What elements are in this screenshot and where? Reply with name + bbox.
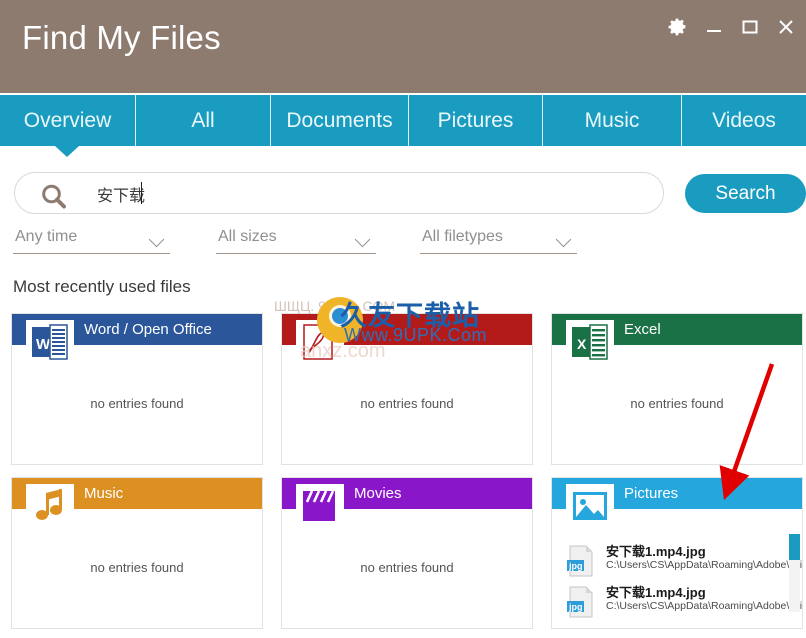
clapperboard-icon bbox=[296, 484, 344, 528]
tab-divider bbox=[542, 95, 543, 146]
card-pdf[interactable]: no entries found bbox=[281, 313, 533, 465]
tab-videos[interactable]: Videos bbox=[682, 95, 806, 146]
search-button[interactable]: Search bbox=[685, 174, 806, 213]
card-movies[interactable]: Movies no entries found bbox=[281, 477, 533, 629]
svg-text:W: W bbox=[36, 336, 51, 353]
empty-message: no entries found bbox=[90, 396, 184, 411]
minimize-icon[interactable] bbox=[704, 17, 724, 37]
file-path: C:\Users\CS\AppData\Roaming\Adobe\Bri... bbox=[606, 559, 803, 571]
word-icon: W bbox=[26, 320, 74, 364]
find-my-files-window: Find My Files Overview All Documents Pic… bbox=[0, 0, 806, 638]
card-title-pictures: Pictures bbox=[624, 485, 679, 502]
section-title: Most recently used files bbox=[13, 277, 191, 296]
svg-text:jpg: jpg bbox=[568, 561, 583, 571]
tab-divider bbox=[135, 95, 136, 146]
picture-icon bbox=[566, 484, 614, 528]
empty-message: no entries found bbox=[90, 560, 184, 575]
tab-all[interactable]: All bbox=[136, 95, 270, 146]
gear-icon[interactable] bbox=[667, 16, 688, 37]
card-title-music: Music bbox=[84, 485, 124, 502]
tab-bar: Overview All Documents Pictures Music Vi… bbox=[0, 95, 806, 146]
filetype-filter-dropdown[interactable]: All filetypes bbox=[420, 228, 577, 254]
excel-icon: X bbox=[566, 320, 614, 364]
search-input[interactable] bbox=[97, 173, 647, 215]
tab-overview[interactable]: Overview bbox=[0, 95, 135, 146]
size-filter-label: All sizes bbox=[218, 228, 277, 245]
jpg-file-icon: jpg bbox=[564, 585, 598, 624]
jpg-file-icon: jpg bbox=[564, 544, 598, 583]
time-filter-dropdown[interactable]: Any time bbox=[13, 228, 170, 254]
size-filter-dropdown[interactable]: All sizes bbox=[216, 228, 376, 254]
tab-pictures[interactable]: Pictures bbox=[409, 95, 542, 146]
list-item[interactable]: jpg 安下载1.mp4.jpg C:\Users\CS\AppData\Roa… bbox=[562, 582, 802, 624]
chevron-down-icon bbox=[148, 231, 165, 248]
empty-message: no entries found bbox=[360, 560, 454, 575]
watermark-ghost-text: ШЩЦ. 9UPK. COM bbox=[274, 298, 396, 314]
window-controls bbox=[667, 16, 796, 37]
svg-text:X: X bbox=[577, 336, 587, 352]
card-title-movies: Movies bbox=[354, 485, 402, 502]
page-title: Find My Files bbox=[22, 19, 221, 56]
tab-music[interactable]: Music bbox=[543, 95, 681, 146]
file-name: 安下载1.mp4.jpg bbox=[606, 544, 706, 559]
card-excel[interactable]: Excel X no entries found bbox=[551, 313, 803, 465]
search-box[interactable] bbox=[14, 172, 664, 217]
empty-message: no entries found bbox=[360, 396, 454, 411]
search-icon bbox=[39, 182, 69, 217]
time-filter-label: Any time bbox=[15, 228, 78, 245]
tab-documents[interactable]: Documents bbox=[271, 95, 408, 146]
card-word[interactable]: Word / Open Office W no entries found bbox=[11, 313, 263, 465]
tab-divider bbox=[681, 95, 682, 146]
tab-divider bbox=[408, 95, 409, 146]
scrollbar-thumb[interactable] bbox=[789, 534, 800, 560]
card-title-word: Word / Open Office bbox=[84, 321, 212, 338]
empty-message: no entries found bbox=[630, 396, 724, 411]
chevron-down-icon bbox=[555, 231, 572, 248]
svg-text:jpg: jpg bbox=[568, 602, 583, 612]
file-name: 安下载1.mp4.jpg bbox=[606, 585, 706, 600]
tab-divider bbox=[270, 95, 271, 146]
card-music[interactable]: Music no entries found bbox=[11, 477, 263, 629]
list-item[interactable]: jpg 安下载1.mp4.jpg C:\Users\CS\AppData\Roa… bbox=[562, 541, 802, 583]
music-note-icon bbox=[26, 484, 74, 528]
maximize-icon[interactable] bbox=[740, 17, 760, 37]
close-icon[interactable] bbox=[776, 17, 796, 37]
file-path: C:\Users\CS\AppData\Roaming\Adobe\Bri... bbox=[606, 600, 803, 612]
active-tab-indicator bbox=[55, 146, 79, 157]
pdf-icon bbox=[296, 320, 344, 364]
scrollbar[interactable] bbox=[789, 534, 800, 612]
text-cursor bbox=[141, 182, 142, 204]
chevron-down-icon bbox=[354, 231, 371, 248]
title-bar: Find My Files bbox=[0, 0, 806, 93]
card-pictures[interactable]: Pictures jpg 安下载1.mp4.jpg C:\Users\CS\Ap… bbox=[551, 477, 803, 629]
card-title-excel: Excel bbox=[624, 321, 661, 338]
filetype-filter-label: All filetypes bbox=[422, 228, 503, 245]
